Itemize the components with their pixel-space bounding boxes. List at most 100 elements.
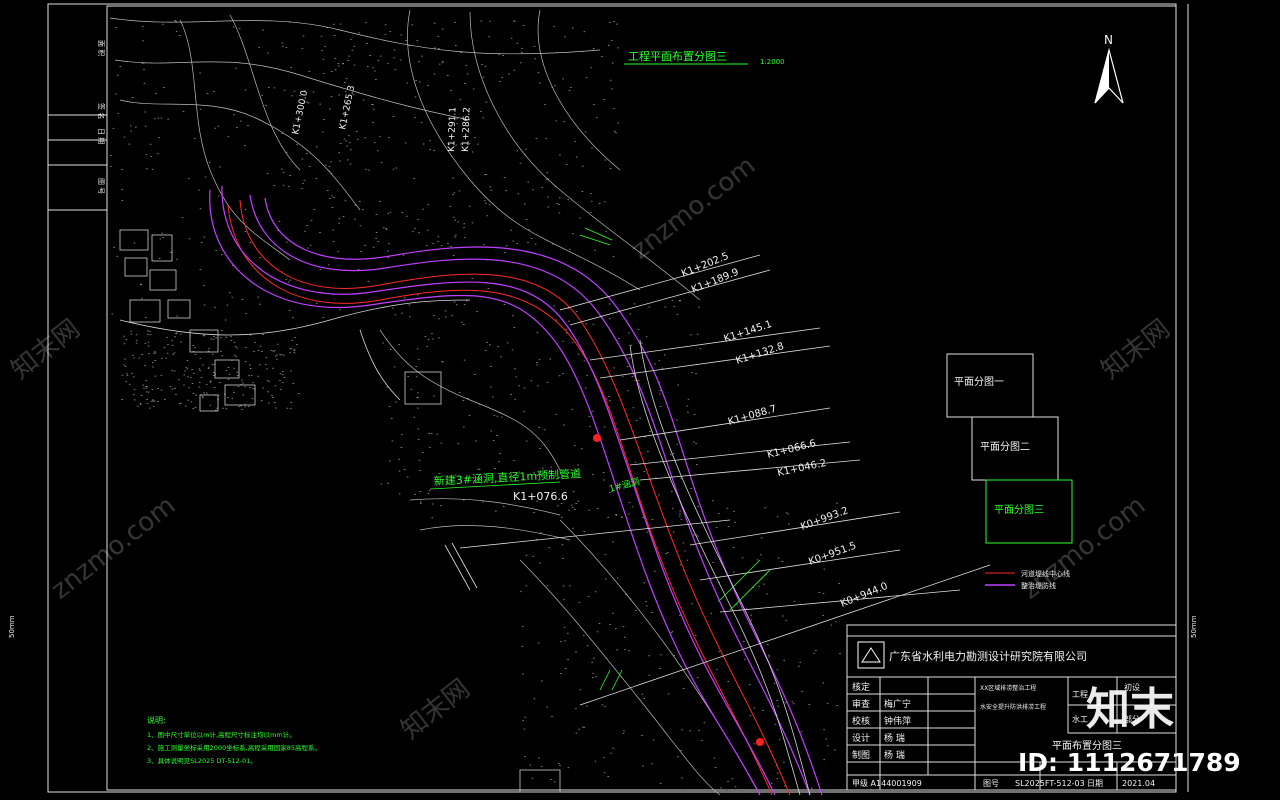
terrain-dot [613, 367, 615, 369]
terrain-dot [152, 399, 154, 401]
terrain-dot [579, 217, 581, 219]
terrain-dot [567, 632, 569, 634]
terrain-dot [227, 378, 230, 380]
terrain-dot [733, 510, 735, 512]
terrain-dot [453, 192, 456, 194]
terrain-dot [147, 391, 150, 393]
terrain-dot [488, 36, 490, 38]
terrain-dot [141, 297, 143, 299]
terrain-dot [247, 125, 249, 126]
terrain-dot [677, 756, 679, 758]
terrain-dot [222, 407, 224, 409]
terrain-dot [548, 547, 551, 549]
terrain-dot [123, 136, 126, 138]
terrain-dot [290, 67, 293, 68]
terrain-dot [384, 24, 387, 26]
terrain-dot [687, 411, 689, 413]
terrain-dot [438, 63, 441, 65]
terrain-dot [333, 35, 336, 36]
terrain-dot [124, 358, 126, 360]
terrain-dot [321, 50, 323, 51]
terrain-dot [489, 186, 491, 188]
terrain-dot [690, 488, 692, 489]
terrain-dot [476, 311, 478, 312]
terrain-dot [293, 352, 296, 354]
terrain-dot [372, 108, 375, 110]
terrain-dot [533, 698, 536, 700]
terrain-dot [247, 406, 250, 407]
terrain-dot [126, 373, 128, 375]
terrain-dot [349, 149, 352, 151]
terrain-dot [799, 661, 801, 663]
terrain-dot [433, 22, 436, 24]
terrain-dot [830, 624, 833, 626]
terrain-dot [505, 190, 507, 191]
terrain-dot [634, 461, 637, 463]
terrain-dot [391, 418, 393, 420]
terrain-dot [138, 357, 140, 359]
terrain-dot [279, 354, 281, 355]
terrain-dot [132, 355, 134, 356]
terrain-dot [261, 351, 263, 352]
terrain-dot [155, 93, 157, 94]
terrain-dot [398, 458, 400, 460]
terrain-dot [450, 246, 452, 248]
terrain-dot [152, 366, 154, 368]
terrain-dot [183, 374, 186, 376]
terrain-dot [676, 419, 678, 421]
terrain-dot [152, 405, 155, 407]
terrain-dot [679, 300, 681, 301]
terrain-dot [380, 162, 383, 164]
top-chainage-label: K1+291.1 [447, 107, 459, 152]
terrain-dot [261, 94, 263, 96]
terrain-dot [130, 130, 132, 132]
terrain-dot [616, 649, 618, 651]
terrain-dot [481, 64, 483, 65]
terrain-dot [686, 405, 689, 407]
terrain-dot [671, 630, 674, 632]
terrain-dot [187, 376, 189, 378]
terrain-dot [338, 94, 340, 96]
terrain-dot [213, 387, 216, 388]
terrain-dot [225, 408, 228, 410]
terrain-dot [388, 243, 390, 245]
drawing-scale: 1:2000 [760, 58, 785, 66]
terrain-dot [468, 205, 471, 207]
terrain-dot [241, 409, 243, 410]
terrain-dot [452, 177, 455, 179]
terrain-dot [219, 337, 222, 339]
terrain-dot [375, 232, 378, 233]
terrain-dot [671, 300, 674, 301]
terrain-dot [233, 391, 235, 393]
date-label: 日期 [1087, 779, 1103, 788]
terrain-dot [265, 105, 267, 106]
terrain-dot [296, 344, 298, 345]
terrain-dot [198, 368, 201, 370]
terrain-dot [691, 372, 693, 374]
terrain-dot [457, 443, 460, 445]
terrain-dot [691, 603, 693, 605]
terrain-dot [525, 585, 528, 587]
terrain-dot [394, 314, 397, 316]
terrain-dot [676, 313, 679, 315]
terrain-dot [519, 162, 522, 164]
terrain-dot [145, 386, 147, 387]
terrain-dot [811, 787, 813, 789]
notes-line: 1、图中尺寸单位以m计,高程尺寸标注均以mm计。 [147, 730, 296, 739]
terrain-dot [302, 35, 305, 37]
terrain-dot [241, 379, 243, 381]
terrain-dot [698, 730, 700, 731]
terrain-dot [399, 59, 402, 61]
culvert-annotation: 新建3#涵洞,直径1m预制管道 1#涵洞 [429, 466, 641, 591]
terrain-dot [277, 343, 279, 345]
terrain-dot [389, 31, 392, 32]
terrain-dot [132, 97, 134, 98]
terrain-dot [441, 62, 444, 64]
terrain-dot [602, 472, 605, 473]
terrain-dot [665, 553, 667, 554]
terrain-dot [535, 538, 538, 540]
terrain-dot [438, 318, 440, 320]
terrain-dot [510, 394, 512, 395]
terrain-dot [227, 135, 230, 137]
terrain-dot [242, 382, 244, 384]
